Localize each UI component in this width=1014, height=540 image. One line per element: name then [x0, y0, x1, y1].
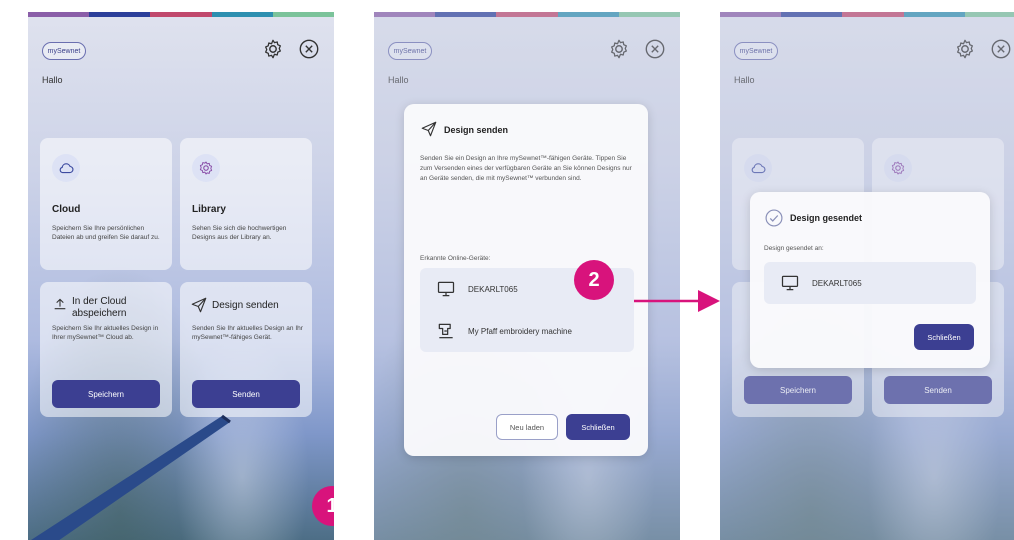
- close-icon[interactable]: [298, 38, 320, 60]
- sent-to-label: Design gesendet an:: [764, 245, 824, 252]
- save-cloud-card-desc: Speichern Sie Ihr aktuelles Design in Ih…: [52, 325, 159, 341]
- device-name: DEKARLT065: [812, 278, 862, 288]
- check-circle-icon: [765, 209, 783, 227]
- cloud-card[interactable]: Cloud Speichern Sie Ihre persönlichen Da…: [40, 138, 172, 270]
- monitor-icon: [437, 281, 455, 297]
- gear-icon[interactable]: [262, 38, 284, 60]
- sewing-machine-icon: [438, 323, 453, 339]
- paper-plane-icon: [191, 297, 207, 313]
- send-design-card-title: Design senden: [212, 300, 279, 311]
- design-sent-dialog: Design gesendet Design gesendet an: DEKA…: [750, 192, 990, 368]
- send-design-card: Design senden Senden Sie Ihr aktuelles D…: [180, 282, 312, 417]
- close-button[interactable]: Schließen: [914, 324, 974, 350]
- monitor-icon: [781, 275, 799, 291]
- color-strip: [28, 12, 334, 17]
- library-card-desc: Sehen Sie sich die hochwertigen Designs …: [192, 225, 287, 241]
- upload-icon: [54, 298, 66, 310]
- flow-arrow-icon: [634, 290, 720, 312]
- close-button[interactable]: Schließen: [566, 414, 630, 440]
- library-card-title: Library: [192, 204, 226, 215]
- library-card[interactable]: Library Sehen Sie sich die hochwertigen …: [180, 138, 312, 270]
- device-item-pfaff[interactable]: My Pfaff embroidery machine: [420, 310, 634, 352]
- library-icon: [192, 154, 220, 182]
- paper-plane-icon: [421, 121, 437, 137]
- dialog-title: Design senden: [444, 125, 509, 135]
- step-badge-2: 2: [574, 260, 614, 300]
- send-design-card-desc: Senden Sie Ihr aktuelles Design an Ihr m…: [192, 325, 303, 341]
- dialog-description: Senden Sie ein Design an Ihre mySewnet™-…: [420, 155, 632, 182]
- cloud-card-desc: Speichern Sie Ihre persönlichen Dateien …: [52, 225, 160, 241]
- reload-button[interactable]: Neu laden: [496, 414, 558, 440]
- cloud-icon: [52, 154, 80, 182]
- device-item-dekarlt065: DEKARLT065: [764, 262, 976, 304]
- greeting: Hallo: [42, 75, 63, 85]
- stylus-pen: [31, 414, 231, 540]
- mysewnet-logo: mySewnet: [42, 42, 86, 60]
- screen-home: mySewnet Hallo Cloud Speichern Sie Ihre …: [28, 12, 334, 540]
- device-name: DEKARLT065: [468, 284, 518, 294]
- save-cloud-card: In der Cloud abspeichern Speichern Sie I…: [40, 282, 172, 417]
- cloud-card-title: Cloud: [52, 204, 81, 215]
- save-button[interactable]: Speichern: [52, 380, 160, 408]
- dialog-title: Design gesendet: [790, 213, 863, 223]
- step-badge-1: 1: [312, 486, 334, 526]
- screen-design-sent: mySewnet Hallo Speichern Senden Design g…: [720, 12, 1014, 540]
- save-cloud-card-title: In der Cloud abspeichern: [72, 296, 127, 319]
- devices-label: Erkannte Online-Geräte:: [420, 255, 491, 262]
- send-button[interactable]: Senden: [192, 380, 300, 408]
- device-name: My Pfaff embroidery machine: [468, 326, 572, 336]
- screen-send-dialog: mySewnet Hallo Design senden Senden Sie …: [374, 12, 680, 540]
